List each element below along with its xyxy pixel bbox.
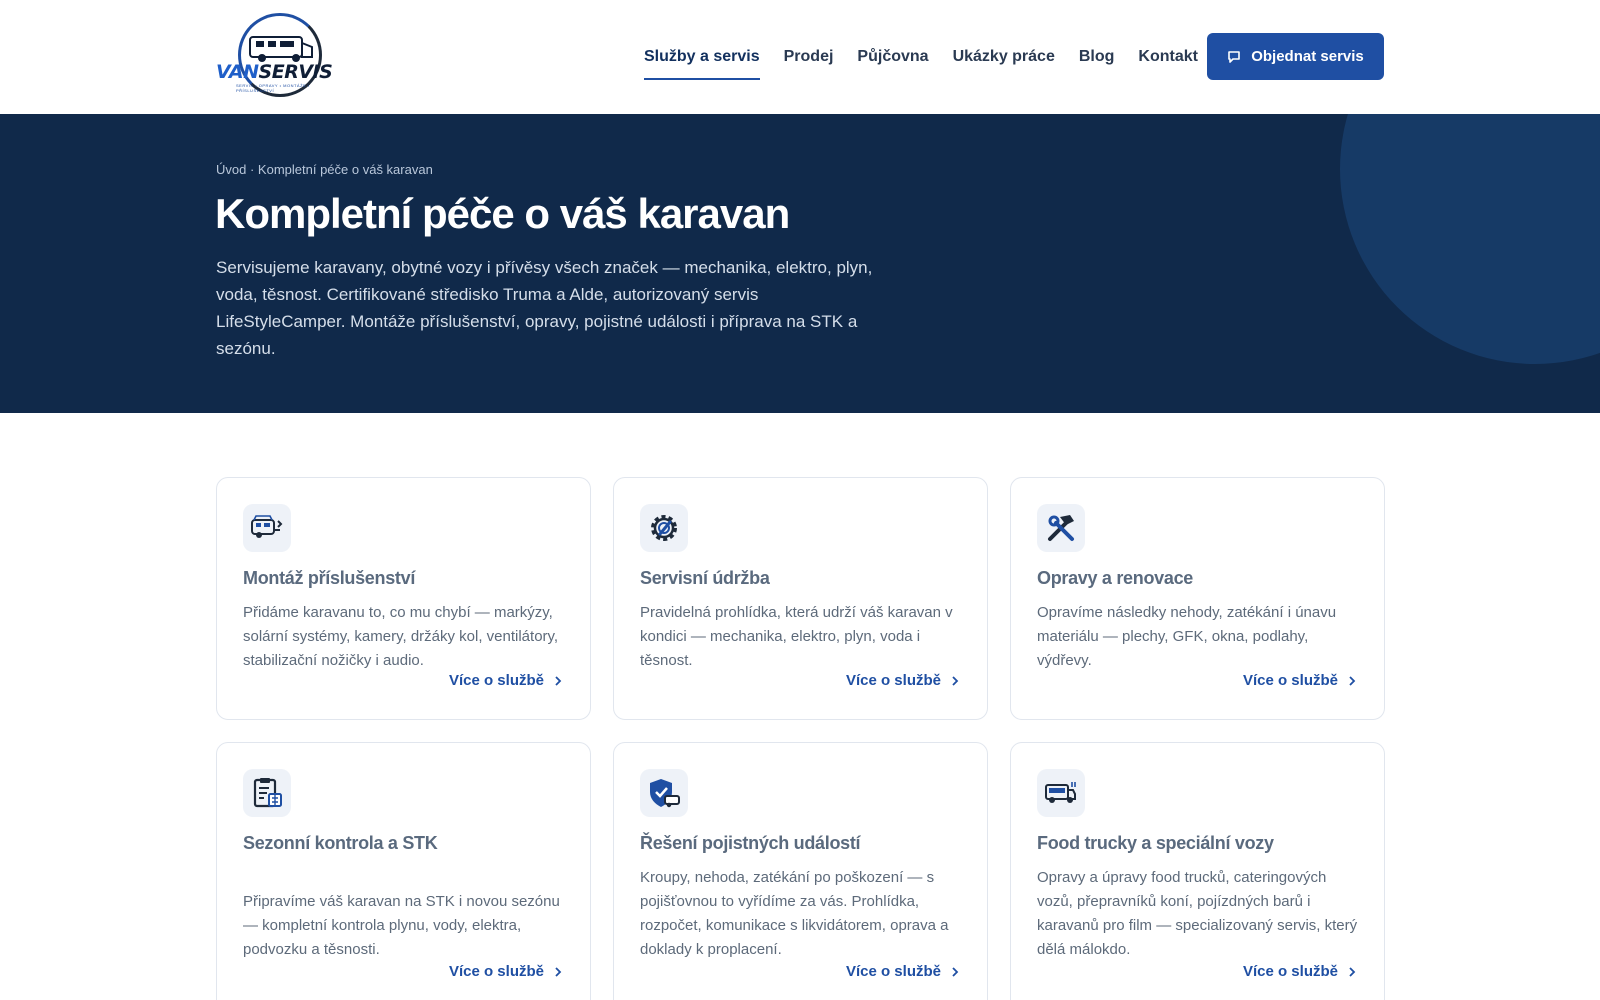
service-more-label: Více o službě xyxy=(1242,672,1338,689)
breadcrumb-separator: · xyxy=(246,162,258,177)
nav-item-pujcovna[interactable]: Půjčovna xyxy=(857,40,928,74)
service-text: Opravy a úpravy food trucků, cateringový… xyxy=(1037,869,1358,958)
food-truck-icon xyxy=(1037,769,1085,817)
clipboard-checklist-icon xyxy=(243,769,291,817)
main-nav: Služby a servis Prodej Půjčovna Ukázky p… xyxy=(644,0,1222,114)
service-card-pojistne[interactable]: Řešení pojistných událostí Kroupy, nehod… xyxy=(613,742,988,1000)
site-header: VANSERVIS SERVIS • OPRAVY • MONTÁŽE • PŘ… xyxy=(0,0,1600,114)
service-more-label: Více o službě xyxy=(448,963,544,980)
caravan-accessory-icon xyxy=(243,504,291,552)
service-more-label: Více o službě xyxy=(845,963,941,980)
chevron-right-icon xyxy=(1349,966,1356,977)
service-more-link[interactable]: Více o službě xyxy=(1243,672,1356,689)
service-more-label: Více o službě xyxy=(1242,963,1338,980)
logo-van-icon xyxy=(249,36,313,62)
chevron-right-icon xyxy=(1349,675,1356,686)
service-card-opravy[interactable]: Opravy a renovace Opravíme následky neho… xyxy=(1010,477,1385,720)
breadcrumb-current: Kompletní péče o váš karavan xyxy=(257,162,433,177)
service-title: Montáž příslušenství xyxy=(243,568,416,588)
services-grid: Montáž příslušenství Přidáme karavanu to… xyxy=(216,477,1385,1000)
chevron-right-icon xyxy=(555,966,562,977)
hero-section: Úvod · Kompletní péče o váš karavan Komp… xyxy=(0,114,1600,413)
breadcrumb: Úvod · Kompletní péče o váš karavan xyxy=(216,162,433,177)
order-service-label: Objednat servis xyxy=(1251,48,1364,65)
vanservis-logo[interactable]: VANSERVIS SERVIS • OPRAVY • MONTÁŽE • PŘ… xyxy=(216,13,336,99)
service-card-foodtruck[interactable]: Food trucky a speciální vozy Opravy a úp… xyxy=(1010,742,1385,1000)
nav-item-sluzby[interactable]: Služby a servis xyxy=(644,40,760,80)
logo-tagline: SERVIS • OPRAVY • MONTÁŽE • PŘÍSLUŠENSTV… xyxy=(236,83,310,93)
gear-wrench-icon xyxy=(640,504,688,552)
service-more-link[interactable]: Více o službě xyxy=(449,672,562,689)
service-more-link[interactable]: Více o službě xyxy=(449,963,562,980)
service-card-montaz[interactable]: Montáž příslušenství Přidáme karavanu to… xyxy=(216,477,591,720)
service-title: Sezonní kontrola a STK xyxy=(243,833,438,853)
service-text: Připravíme váš karavan na STK i novou se… xyxy=(243,893,560,958)
service-more-link[interactable]: Více o službě xyxy=(1243,963,1356,980)
logo-wordmark: VANSERVIS xyxy=(216,61,333,83)
service-text: Přidáme karavanu to, co mu chybí — marký… xyxy=(243,604,559,669)
service-more-link[interactable]: Více o službě xyxy=(846,672,959,689)
service-title: Řešení pojistných událostí xyxy=(640,833,861,853)
service-title: Servisní údržba xyxy=(640,568,770,588)
breadcrumb-home[interactable]: Úvod xyxy=(216,162,246,177)
service-text: Kroupy, nehoda, zatékání po poškození — … xyxy=(640,869,949,958)
page-title: Kompletní péče o váš karavan xyxy=(215,190,790,237)
service-more-label: Více o službě xyxy=(448,672,544,689)
chevron-right-icon xyxy=(952,675,959,686)
nav-item-blog[interactable]: Blog xyxy=(1079,40,1115,74)
order-service-button[interactable]: Objednat servis xyxy=(1207,33,1384,80)
nav-item-kontakt[interactable]: Kontakt xyxy=(1138,40,1198,74)
service-more-label: Více o službě xyxy=(845,672,941,689)
hammer-wrench-icon xyxy=(1037,504,1085,552)
service-text: Pravidelná prohlídka, která udrží váš ka… xyxy=(640,604,953,669)
shield-caravan-icon xyxy=(640,769,688,817)
chevron-right-icon xyxy=(555,675,562,686)
service-text: Opravíme následky nehody, zatékání i úna… xyxy=(1037,604,1337,669)
nav-item-prodej[interactable]: Prodej xyxy=(784,40,834,74)
hero-description: Servisujeme karavany, obytné vozy i přív… xyxy=(216,258,873,358)
nav-item-ukazky[interactable]: Ukázky práce xyxy=(953,40,1055,74)
service-more-link[interactable]: Více o službě xyxy=(846,963,959,980)
service-card-udrzba[interactable]: Servisní údržba Pravidelná prohlídka, kt… xyxy=(613,477,988,720)
chevron-right-icon xyxy=(952,966,959,977)
service-title: Opravy a renovace xyxy=(1037,568,1193,588)
hero-decor-circle xyxy=(1340,114,1600,364)
service-card-stk[interactable]: Sezonní kontrola a STK Připravíme váš ka… xyxy=(216,742,591,1000)
service-title: Food trucky a speciální vozy xyxy=(1037,833,1274,853)
chat-icon xyxy=(1228,50,1241,63)
